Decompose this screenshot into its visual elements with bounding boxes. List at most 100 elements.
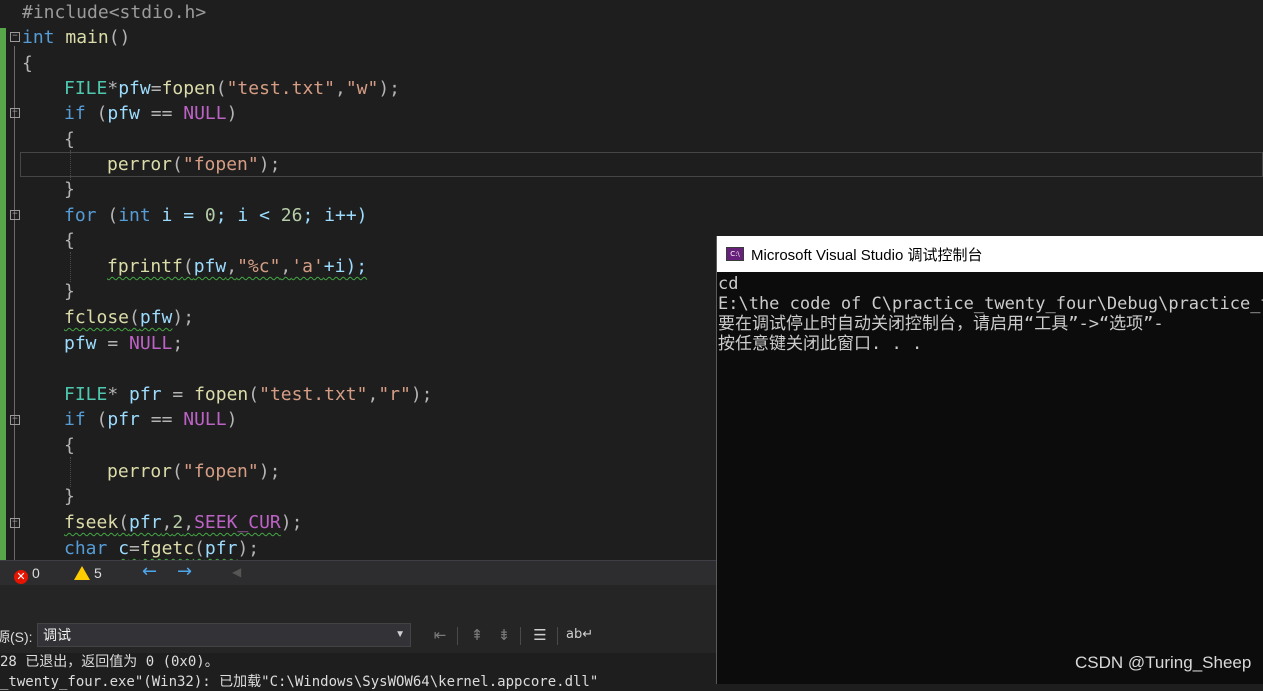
code-line: #include<stdio.h> bbox=[22, 0, 206, 25]
code-token: ( bbox=[172, 461, 183, 482]
code-token: "test.txt" bbox=[259, 384, 368, 405]
warnings-indicator[interactable]: 5 bbox=[74, 564, 102, 582]
word-wrap-icon[interactable]: ab↵ bbox=[566, 625, 593, 645]
console-line: 按任意键关闭此窗口. . . bbox=[718, 334, 923, 354]
code-line: char c=fgetc(pfr); bbox=[64, 536, 259, 560]
collapse-if-icon[interactable]: − bbox=[10, 108, 20, 118]
clear-all-icon[interactable]: ☰ bbox=[530, 625, 550, 645]
code-token: = bbox=[129, 538, 140, 559]
code-token: ( bbox=[96, 205, 119, 226]
toolbar-divider bbox=[520, 627, 521, 645]
output-panel: 源(S): 调试 ▼ ⇤ ⇞ ⇟ ☰ ab↵ 28 已退出，返回值为 0 (0x… bbox=[0, 585, 716, 690]
code-token: ); bbox=[378, 78, 401, 99]
collapse-block-icon[interactable]: − bbox=[10, 518, 20, 528]
find-message-icon[interactable]: ⇤ bbox=[430, 625, 450, 645]
code-token: pfr bbox=[204, 538, 238, 559]
code-token: * bbox=[107, 78, 119, 99]
code-token: pfw bbox=[64, 333, 97, 354]
code-token: } bbox=[64, 281, 75, 302]
code-line: FILE*pfw=fopen("test.txt","w"); bbox=[64, 76, 400, 101]
collapse-for-icon[interactable]: − bbox=[10, 210, 20, 220]
code-token: = bbox=[96, 333, 130, 354]
editor-status-strip: ✕ 0 5 ← → ◀ bbox=[0, 560, 716, 585]
code-line: if (pfw == NULL) bbox=[64, 101, 237, 126]
output-line: _twenty_four.exe"(Win32): 已加载"C:\Windows… bbox=[0, 674, 599, 690]
next-message-icon[interactable]: ⇟ bbox=[494, 625, 514, 645]
scroll-left-icon[interactable]: ◀ bbox=[232, 562, 241, 582]
outline-line bbox=[14, 46, 15, 560]
chevron-down-icon: ▼ bbox=[395, 629, 405, 640]
code-token: "%c" bbox=[237, 256, 281, 277]
output-line: 28 已退出，返回值为 0 (0x0)。 bbox=[0, 654, 219, 670]
output-source-value: 调试 bbox=[43, 627, 71, 643]
code-token: == bbox=[139, 409, 184, 430]
code-token: } bbox=[64, 486, 75, 507]
debug-console-window[interactable]: C:\ Microsoft Visual Studio 调试控制台 cd E:\… bbox=[716, 236, 1263, 684]
arrow-right-icon[interactable]: → bbox=[177, 562, 192, 582]
code-token: ; bbox=[172, 333, 184, 354]
errors-indicator[interactable]: ✕ 0 bbox=[14, 564, 40, 584]
code-token: ); bbox=[258, 154, 281, 175]
code-token: ( bbox=[248, 384, 260, 405]
code-token: fseek bbox=[64, 512, 119, 533]
code-token: ) bbox=[226, 103, 238, 124]
code-line: int main() bbox=[22, 25, 130, 50]
console-app-icon: C:\ bbox=[726, 247, 744, 261]
previous-message-icon[interactable]: ⇞ bbox=[467, 625, 487, 645]
code-token: int bbox=[118, 205, 151, 226]
code-token: ); bbox=[280, 512, 303, 533]
code-token: , bbox=[183, 512, 195, 533]
code-line: } bbox=[64, 177, 75, 202]
code-token: fopen bbox=[194, 384, 249, 405]
code-token: { bbox=[64, 435, 75, 456]
code-token: NULL bbox=[183, 103, 227, 124]
code-token: ); bbox=[258, 461, 281, 482]
code-token: pfr bbox=[129, 512, 162, 533]
code-line: { bbox=[64, 433, 75, 458]
code-token: pfr bbox=[107, 409, 140, 430]
console-titlebar[interactable]: C:\ Microsoft Visual Studio 调试控制台 bbox=[717, 236, 1263, 272]
indent-guide bbox=[70, 252, 71, 282]
code-token: #include<stdio.h> bbox=[22, 2, 207, 23]
code-token: "fopen" bbox=[182, 154, 259, 175]
code-token: , bbox=[367, 384, 379, 405]
code-token: if bbox=[64, 409, 86, 430]
output-source-select[interactable]: 调试 ▼ bbox=[37, 623, 411, 647]
code-token: , bbox=[226, 256, 238, 277]
console-line: E:\the code of C\practice_twenty_four\De… bbox=[718, 294, 1263, 314]
code-line: } bbox=[64, 279, 75, 304]
code-token: { bbox=[64, 129, 75, 150]
code-line: perror("fopen"); bbox=[107, 152, 280, 177]
code-token: if bbox=[64, 103, 86, 124]
code-line: perror("fopen"); bbox=[107, 459, 280, 484]
code-token: SEEK_CUR bbox=[194, 512, 281, 533]
code-token: ( bbox=[85, 409, 108, 430]
code-token: () bbox=[108, 27, 131, 48]
code-token: int bbox=[22, 27, 55, 48]
code-token: FILE bbox=[64, 384, 108, 405]
code-token: FILE bbox=[64, 78, 108, 99]
code-line: { bbox=[64, 228, 75, 253]
code-line: fseek(pfr,2,SEEK_CUR); bbox=[64, 510, 302, 535]
output-source-label: 源(S): bbox=[0, 629, 33, 645]
code-token: c bbox=[118, 538, 130, 559]
code-token: char bbox=[64, 538, 108, 559]
code-token: perror bbox=[107, 154, 173, 175]
code-token: pfw bbox=[139, 307, 173, 328]
console-title: Microsoft Visual Studio 调试控制台 bbox=[751, 247, 983, 264]
console-line: cd bbox=[718, 274, 739, 294]
collapse-if-2-icon[interactable]: − bbox=[10, 415, 20, 425]
code-line: fclose(pfw); bbox=[64, 305, 194, 330]
warning-icon bbox=[74, 566, 90, 580]
code-token: ( bbox=[85, 103, 108, 124]
code-line: for (int i = 0; i < 26; i++) bbox=[64, 203, 368, 228]
code-token: 26 bbox=[280, 205, 303, 226]
arrow-left-icon[interactable]: ← bbox=[142, 562, 157, 582]
code-token: perror bbox=[107, 461, 173, 482]
code-line: pfw = NULL; bbox=[64, 331, 183, 356]
errors-count: 0 bbox=[32, 565, 40, 581]
output-text-area[interactable]: 28 已退出，返回值为 0 (0x0)。 _twenty_four.exe"(W… bbox=[0, 653, 716, 690]
code-token: = bbox=[150, 78, 162, 99]
collapse-main-icon[interactable]: − bbox=[10, 32, 20, 42]
code-token: * bbox=[107, 384, 130, 405]
